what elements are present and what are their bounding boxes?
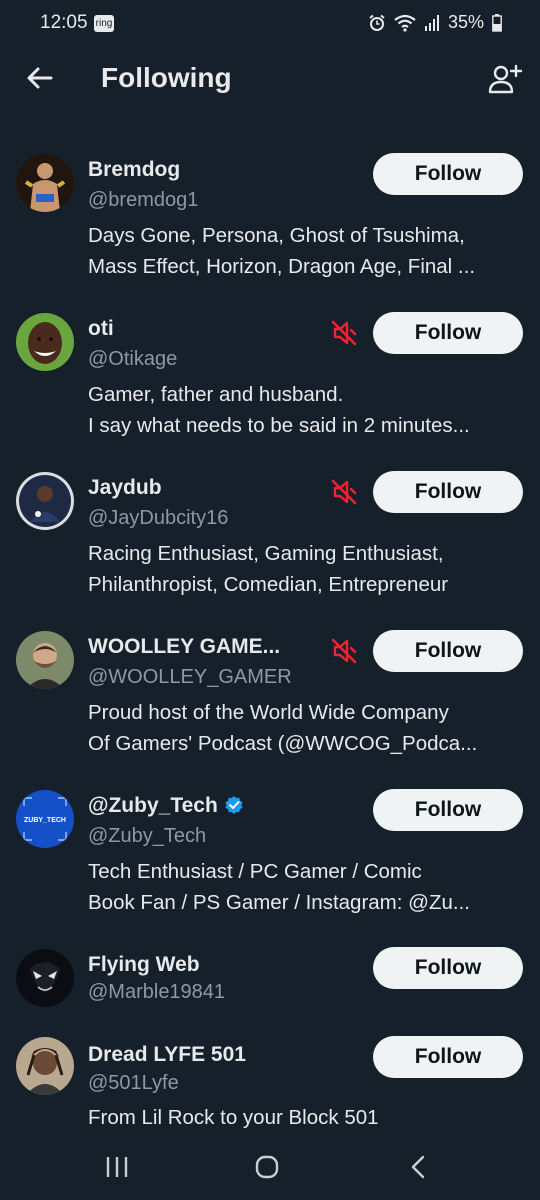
- account-name[interactable]: Bremdog: [88, 158, 180, 182]
- muted-speaker-icon: [331, 638, 357, 664]
- avatar[interactable]: [16, 313, 74, 371]
- avatar[interactable]: [16, 631, 74, 689]
- account-handle: @bremdog1: [88, 189, 199, 211]
- list-item[interactable]: Dread LYFE 501 @501Lyfe From Lil Rock to…: [0, 1035, 540, 1135]
- list-item[interactable]: WOOLLEY GAME... @WOOLLEY_GAMER Proud hos…: [0, 627, 540, 767]
- signal-icon: [424, 14, 439, 31]
- alarm-icon: [369, 14, 385, 31]
- ring-notification-icon: ring: [94, 15, 114, 32]
- account-handle: @501Lyfe: [88, 1072, 179, 1094]
- account-name[interactable]: WOOLLEY GAME...: [88, 635, 280, 659]
- zuby-tech-logo-text: ZUBY_TECH: [24, 817, 66, 824]
- recent-apps-icon[interactable]: [102, 1154, 132, 1180]
- account-bio: Proud host of the World Wide Company Of …: [88, 701, 478, 755]
- account-handle: @WOOLLEY_GAMER: [88, 666, 292, 688]
- account-bio: Gamer, father and husband. I say what ne…: [88, 383, 470, 437]
- follow-button[interactable]: Follow: [373, 947, 523, 989]
- follow-button[interactable]: Follow: [373, 153, 523, 195]
- battery-icon: [492, 13, 502, 32]
- back-icon[interactable]: [404, 1154, 434, 1180]
- account-name[interactable]: @Zuby_Tech: [88, 794, 244, 818]
- account-name[interactable]: Dread LYFE 501: [88, 1043, 246, 1067]
- account-name[interactable]: oti: [88, 317, 114, 341]
- verified-badge-icon: [225, 796, 243, 814]
- wifi-icon: [394, 14, 416, 32]
- account-handle: @JayDubcity16: [88, 507, 229, 529]
- follow-button[interactable]: Follow: [373, 1036, 523, 1078]
- follow-button[interactable]: Follow: [373, 789, 523, 831]
- status-time: 12:05: [40, 12, 88, 33]
- status-icons: 35%: [368, 12, 502, 33]
- back-arrow-icon[interactable]: [24, 62, 56, 94]
- account-bio: Tech Enthusiast / PC Gamer / Comic Book …: [88, 860, 470, 914]
- account-name[interactable]: Flying Web: [88, 953, 200, 977]
- follow-button[interactable]: Follow: [373, 312, 523, 354]
- account-handle: @Zuby_Tech: [88, 825, 207, 847]
- account-name[interactable]: Jaydub: [88, 476, 162, 500]
- follow-button[interactable]: Follow: [373, 630, 523, 672]
- avatar[interactable]: [16, 154, 74, 212]
- follow-button[interactable]: Follow: [373, 471, 523, 513]
- muted-speaker-icon: [331, 479, 357, 505]
- status-bar: 12:05 ring 35%: [0, 0, 540, 48]
- battery-percent: 35%: [447, 12, 484, 32]
- list-item[interactable]: ZUBY_TECH @Zuby_Tech @Zuby_Tech Tech Ent…: [0, 786, 540, 926]
- account-bio: Days Gone, Persona, Ghost of Tsushima, M…: [88, 224, 476, 278]
- list-item[interactable]: Flying Web @Marble19841 Follow: [0, 945, 540, 1025]
- list-item[interactable]: Bremdog @bremdog1 Days Gone, Persona, Gh…: [0, 150, 540, 290]
- account-handle: @Marble19841: [88, 981, 226, 1003]
- muted-speaker-icon: [331, 320, 357, 346]
- top-app-bar: Following: [0, 48, 540, 110]
- list-item[interactable]: Jaydub @JayDubcity16 Racing Enthusiast, …: [0, 468, 540, 608]
- home-icon[interactable]: [252, 1154, 282, 1180]
- account-bio: Racing Enthusiast, Gaming Enthusiast, Ph…: [88, 542, 449, 596]
- avatar[interactable]: ZUBY_TECH: [16, 790, 74, 848]
- page-title: Following: [101, 62, 232, 93]
- list-item[interactable]: oti @Otikage Gamer, father and husband. …: [0, 309, 540, 449]
- account-handle: @Otikage: [88, 348, 178, 370]
- avatar[interactable]: [16, 1037, 74, 1095]
- add-user-icon[interactable]: [486, 60, 524, 98]
- avatar[interactable]: [16, 472, 74, 530]
- system-navigation-bar: [0, 1134, 540, 1200]
- account-bio: From Lil Rock to your Block 501: [88, 1106, 379, 1129]
- avatar[interactable]: [16, 949, 74, 1007]
